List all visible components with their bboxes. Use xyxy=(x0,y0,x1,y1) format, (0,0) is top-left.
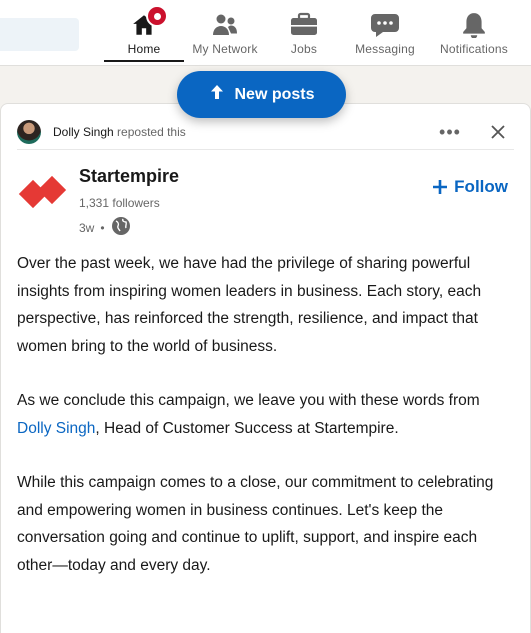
more-options-icon[interactable]: ••• xyxy=(438,120,462,144)
repost-action: reposted this xyxy=(117,124,186,139)
plus-icon xyxy=(433,180,448,194)
nav-jobs[interactable]: Jobs xyxy=(278,6,330,66)
post-paragraph-2-start: As we conclude this campaign, we leave y… xyxy=(17,392,480,409)
arrow-up-icon xyxy=(208,83,226,106)
feed-post-card: Dolly Singh reposted this ••• Startempir… xyxy=(0,103,531,633)
close-icon[interactable] xyxy=(486,120,510,144)
meta-separator: • xyxy=(100,220,105,235)
search-bar[interactable] xyxy=(0,18,79,51)
notification-dot xyxy=(146,5,168,27)
post-body: Over the past week, we have had the priv… xyxy=(17,250,507,606)
nav-my-network[interactable]: My Network xyxy=(184,6,266,66)
post-age: 3w xyxy=(79,220,95,235)
reposter-name[interactable]: Dolly Singh xyxy=(53,125,114,139)
nav-home[interactable]: Home xyxy=(104,5,184,66)
new-posts-button[interactable]: New posts xyxy=(177,71,346,118)
post-paragraph-3: While this campaign comes to a close, ou… xyxy=(17,474,494,574)
bell-icon xyxy=(461,6,487,38)
company-name[interactable]: Startempire xyxy=(79,166,179,187)
nav-messaging-label: Messaging xyxy=(355,42,415,56)
post-paragraph-2-end: , Head of Customer Success at Startempir… xyxy=(95,419,399,437)
globe-icon xyxy=(111,216,131,239)
nav-notifications[interactable]: Notifications xyxy=(425,6,523,66)
post-meta: 3w • xyxy=(79,216,131,239)
repost-header: Dolly Singh reposted this ••• xyxy=(17,114,514,150)
follow-label: Follow xyxy=(454,177,508,196)
home-icon xyxy=(131,5,168,38)
follower-count: 1,331 followers xyxy=(79,196,160,210)
mention-link[interactable]: Dolly Singh xyxy=(17,420,95,437)
post-paragraph-1: Over the past week, we have had the priv… xyxy=(17,255,482,355)
repost-text: Dolly Singh reposted this xyxy=(53,125,186,139)
chat-icon xyxy=(370,6,400,38)
nav-notifications-label: Notifications xyxy=(440,42,508,56)
nav-jobs-label: Jobs xyxy=(290,42,318,56)
people-icon xyxy=(211,6,239,38)
nav-home-label: Home xyxy=(127,42,161,56)
reposter-avatar[interactable] xyxy=(17,119,41,144)
company-logo[interactable] xyxy=(17,166,69,218)
briefcase-icon xyxy=(290,6,318,38)
top-navigation: Home My Network Jobs Messaging Notificat… xyxy=(0,0,531,66)
post-paragraph-2: As we conclude this campaign, we leave y… xyxy=(17,387,507,442)
follow-button[interactable]: Follow xyxy=(432,177,508,197)
nav-messaging[interactable]: Messaging xyxy=(348,6,422,66)
new-posts-label: New posts xyxy=(234,85,315,103)
nav-my-network-label: My Network xyxy=(192,42,258,56)
